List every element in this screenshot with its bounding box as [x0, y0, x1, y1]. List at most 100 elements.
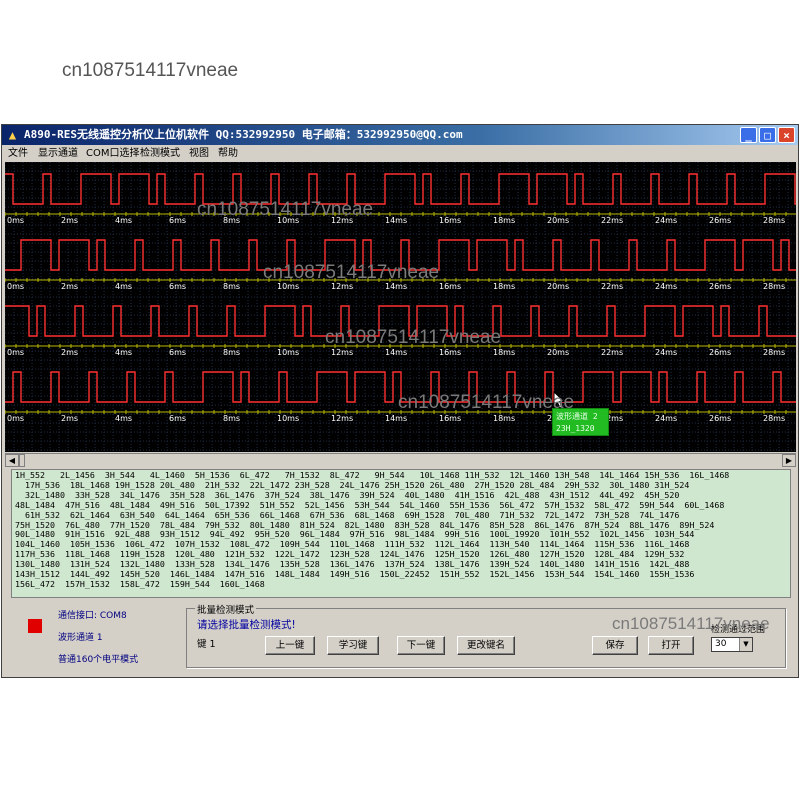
range-value: 30 [715, 639, 727, 649]
time-tick-label: 22ms [601, 282, 623, 291]
batch-prompt: 请选择批量检测模式! [197, 619, 296, 631]
time-tick-label: 4ms [115, 216, 132, 225]
time-tick-label: 18ms [493, 348, 515, 357]
title-bar: ▲ A890-RES无线遥控分析仪上位机软件 QQ:532992950 电子邮箱… [2, 125, 798, 145]
time-tick-label: 2ms [61, 414, 78, 423]
waveform-tooltip: 波形通道 2 23H_1320 [552, 408, 609, 436]
menu-detect-mode[interactable]: 检测模式 [140, 146, 180, 162]
time-tick-label: 10ms [277, 414, 299, 423]
time-tick-label: 4ms [115, 282, 132, 291]
time-tick-label: 8ms [223, 282, 240, 291]
mode-label: 普通160个电平模式 [58, 655, 139, 665]
waveform-trace [5, 239, 796, 271]
time-tick-label: 16ms [439, 348, 461, 357]
close-button[interactable]: × [778, 127, 795, 143]
app-window: ▲ A890-RES无线遥控分析仪上位机软件 QQ:532992950 电子邮箱… [1, 124, 799, 678]
scroll-left-icon[interactable]: ◀ [5, 454, 19, 467]
time-tick-label: 0ms [7, 282, 24, 291]
time-tick-label: 6ms [169, 216, 186, 225]
menu-com-port[interactable]: COM口选择 [86, 146, 139, 162]
mouse-pointer-icon [553, 391, 565, 409]
open-button[interactable]: 打开 [648, 636, 694, 655]
time-tick-label: 14ms [385, 348, 407, 357]
batch-mode-group: 批量检测模式 请选择批量检测模式! 键 1 上一键 学习键 下一键 更改键名 保… [186, 602, 786, 668]
time-tick-label: 18ms [493, 414, 515, 423]
tooltip-channel: 波形通道 2 [556, 412, 598, 421]
time-tick-label: 16ms [439, 216, 461, 225]
time-tick-label: 24ms [655, 216, 677, 225]
scroll-thumb[interactable] [19, 454, 25, 467]
time-tick-label: 26ms [709, 348, 731, 357]
waveform-scrollbar[interactable]: ◀ ▶ [5, 453, 796, 468]
time-tick-label: 28ms [763, 216, 785, 225]
port-label: 通信接口: COM8 [58, 611, 127, 621]
pulse-code-list: 1H_552 2L_1456 3H_544 4L_1460 5H_1536 6L… [11, 469, 791, 598]
range-select[interactable]: 30 ▼ [711, 637, 753, 652]
time-tick-label: 2ms [61, 216, 78, 225]
window-title: A890-RES无线遥控分析仪上位机软件 QQ:532992950 电子邮箱：5… [24, 128, 463, 141]
time-tick-label: 16ms [439, 414, 461, 423]
key-number-label: 键 1 [197, 639, 216, 650]
status-led-icon [28, 619, 42, 633]
menu-file[interactable]: 文件 [8, 146, 28, 162]
rename-key-button[interactable]: 更改键名 [457, 636, 515, 655]
time-tick-label: 14ms [385, 216, 407, 225]
app-icon: ▲ [8, 128, 17, 142]
time-tick-label: 28ms [763, 414, 785, 423]
time-tick-label: 12ms [331, 348, 353, 357]
time-tick-label: 20ms [547, 282, 569, 291]
time-tick-label: 2ms [61, 348, 78, 357]
time-tick-label: 8ms [223, 414, 240, 423]
time-tick-label: 18ms [493, 282, 515, 291]
time-tick-label: 10ms [277, 348, 299, 357]
time-tick-label: 2ms [61, 282, 78, 291]
time-tick-label: 8ms [223, 348, 240, 357]
time-tick-label: 0ms [7, 414, 24, 423]
menu-bar: 文件 显示通道 COM口选择 检测模式 视图 帮助 [2, 146, 798, 162]
time-tick-label: 24ms [655, 348, 677, 357]
range-label: 检测通过范围 [711, 625, 766, 635]
time-tick-label: 14ms [385, 282, 407, 291]
code-line: 156L_472 157H_1532 158L_472 159H_544 160… [15, 578, 265, 589]
time-tick-label: 22ms [601, 216, 623, 225]
time-tick-label: 26ms [709, 282, 731, 291]
menu-display-channel[interactable]: 显示通道 [38, 146, 78, 162]
maximize-button[interactable]: □ [759, 127, 776, 143]
bottom-panel: 通信接口: COM8 波形通道 1 普通160个电平模式 批量检测模式 请选择批… [6, 599, 796, 675]
batch-group-title: 批量检测模式 [195, 602, 257, 616]
prev-key-button[interactable]: 上一键 [265, 636, 315, 655]
time-tick-label: 16ms [439, 282, 461, 291]
next-key-button[interactable]: 下一键 [397, 636, 445, 655]
time-tick-label: 6ms [169, 414, 186, 423]
time-tick-label: 10ms [277, 282, 299, 291]
time-tick-label: 4ms [115, 348, 132, 357]
menu-view[interactable]: 视图 [189, 146, 209, 162]
time-tick-label: 18ms [493, 216, 515, 225]
time-tick-label: 26ms [709, 216, 731, 225]
menu-help[interactable]: 帮助 [218, 146, 238, 162]
time-tick-label: 20ms [547, 348, 569, 357]
time-tick-label: 12ms [331, 414, 353, 423]
channel-label: 波形通道 1 [58, 633, 103, 643]
time-tick-label: 26ms [709, 414, 731, 423]
chevron-down-icon[interactable]: ▼ [739, 638, 752, 651]
learn-key-button[interactable]: 学习键 [327, 636, 379, 655]
watermark-text: cn1087514117vneae [62, 60, 239, 81]
time-tick-label: 0ms [7, 216, 24, 225]
time-tick-label: 28ms [763, 282, 785, 291]
time-tick-label: 6ms [169, 282, 186, 291]
time-tick-label: 12ms [331, 216, 353, 225]
time-tick-label: 24ms [655, 282, 677, 291]
save-button[interactable]: 保存 [592, 636, 638, 655]
tooltip-value: 23H_1320 [556, 424, 595, 433]
time-tick-label: 28ms [763, 348, 785, 357]
scroll-right-icon[interactable]: ▶ [782, 454, 796, 467]
time-tick-label: 12ms [331, 282, 353, 291]
time-tick-label: 14ms [385, 414, 407, 423]
time-tick-label: 0ms [7, 348, 24, 357]
time-tick-label: 10ms [277, 216, 299, 225]
time-tick-label: 4ms [115, 414, 132, 423]
time-tick-label: 6ms [169, 348, 186, 357]
waveform-scope: 0ms 2ms 4ms 6ms 8ms 10ms 12ms 14ms 16ms 18ms 20ms 2… [5, 162, 796, 452]
minimize-button[interactable]: _ [740, 127, 757, 143]
